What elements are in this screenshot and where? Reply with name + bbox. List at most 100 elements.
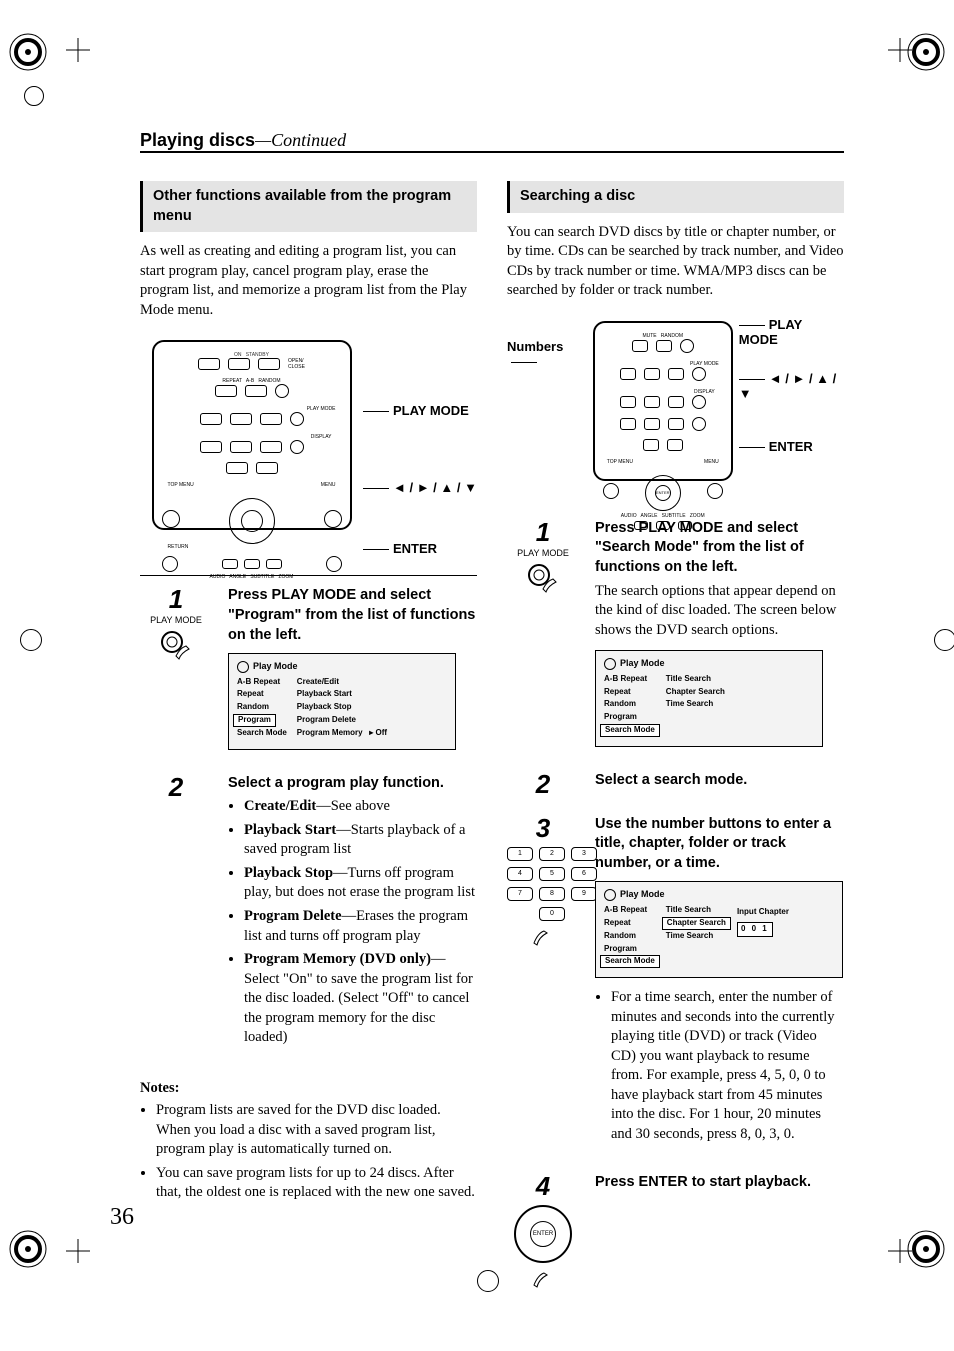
step-4: 4 ENTER Press ENTER to start playback. [507,1163,844,1310]
step-1: 1 PLAY MODE Press PLAY MODE and select "… [507,509,844,761]
osd-title: Play Mode [604,657,814,670]
section-continued: —Continued [255,130,346,150]
keypad-key: 0 [539,907,565,921]
keypad-key: 1 [507,847,533,861]
registration-mark-icon [6,30,50,74]
function-list: Create/Edit—See above Playback Start—Star… [228,797,477,1048]
callout-numbers: Numbers [507,339,587,369]
step-number: 2 [140,774,212,800]
section-title: Playing discs [140,130,255,150]
osd-item: Playback Stop [297,702,387,713]
osd-item: Program Memory ▸ Off [297,728,387,739]
keypad-key: 7 [507,887,533,901]
osd-item: Repeat [604,918,656,929]
osd-item: Time Search [666,699,725,710]
osd-item: Random [604,931,656,942]
osd-item: Repeat [237,689,287,700]
osd-item: Repeat [604,687,656,698]
step-after: The search options that appear depend on… [595,582,844,641]
time-search-note: For a time search, enter the number of m… [611,988,844,1145]
hand-press-icon [507,925,579,954]
osd-play-mode-search: Play Mode A-B RepeatRepeatRandomProgramS… [595,650,823,747]
callout-play-mode: PLAY MODE [739,317,844,347]
remote-diagram: Numbers MUTE RANDOM PLAY MODE DISPLAY TO… [507,311,844,491]
step-lead: Press ENTER to start playback. [595,1173,844,1193]
step-number: 1 [507,519,579,545]
osd-input-label: Input Chapter [737,907,789,918]
notes-list: Program lists are saved for the DVD disc… [140,1101,477,1203]
remote-callouts: PLAY MODE ◄ / ► / ▲ / ▼ ENTER [363,360,477,555]
keypad-key: 2 [539,847,565,861]
osd-item: Random [237,702,287,713]
steps-left: 1 PLAY MODE Press PLAY MODE and select "… [140,575,477,1066]
osd-item: Program Delete [297,715,387,726]
remote-callouts: PLAY MODE ◄ / ► / ▲ / ▼ ENTER [739,317,844,491]
step-caption: PLAY MODE [140,616,212,626]
step-lead: Select a program play function. [228,774,477,794]
osd-title: Play Mode [237,660,447,673]
remote-callouts-left: Numbers [507,311,587,491]
page-number: 36 [110,1204,134,1231]
function-item: Playback Stop—Turns off program play, bu… [244,864,477,903]
osd-input-chapter: Play Mode A-B Repeat Repeat Random ProgramS… [595,881,843,978]
osd-item: Search Mode [237,728,287,739]
keypad-key: 4 [507,867,533,881]
function-item: Playback Start—Starts playback of a save… [244,821,477,860]
keypad-key: 5 [539,867,565,881]
step-lead: Use the number buttons to enter a title,… [595,815,844,874]
function-item: Program Memory (DVD only)—Select "On" to… [244,950,477,1048]
intro-paragraph: You can search DVD discs by title or cha… [507,223,844,301]
function-item: Program Delete—Erases the program list a… [244,907,477,946]
play-mode-button-icon [140,630,212,670]
number-keypad-icon: 1234567890 [507,847,579,921]
callout-enter: ENTER [363,542,477,555]
subheading-bar: Searching a disc [507,181,844,213]
osd-item: Program [604,712,656,723]
callout-play-mode: PLAY MODE [363,404,477,417]
osd-item: A-B Repeat [604,905,656,916]
manual-page: Playing discs—Continued Other functions … [0,0,954,1351]
osd-item: Chapter Search [666,687,725,698]
note-item: You can save program lists for up to 24 … [156,1164,477,1203]
steps-right: 1 PLAY MODE Press PLAY MODE and select "… [507,509,844,1310]
step-number: 3 [507,815,579,841]
osd-item: Time Search [666,931,727,942]
hand-press-icon [507,1267,579,1296]
osd-item: Search Mode [600,955,660,968]
osd-item: Create/Edit [297,677,387,688]
step-lead: Select a search mode. [595,771,844,791]
remote-outline: MUTE RANDOM PLAY MODE DISPLAY TOP MENUME… [593,321,733,481]
osd-item: A-B Repeat [237,677,287,688]
callout-arrows: ◄ / ► / ▲ / ▼ [739,371,844,401]
registration-mark-icon [6,1227,50,1271]
osd-item: Search Mode [600,724,660,737]
step3-notes: For a time search, enter the number of m… [595,988,844,1145]
right-column: Searching a disc You can search DVD disc… [507,181,844,1310]
keypad-key: 9 [571,887,597,901]
osd-title: Play Mode [604,888,834,901]
step-1: 1 PLAY MODE Press PLAY MODE and select "… [140,576,477,763]
osd-item: Program [604,944,656,955]
function-item: Create/Edit—See above [244,797,477,817]
remote-outline: ON STANDBY OPEN/CLOSE REPEAT A-B RANDOM … [152,340,352,530]
osd-input-value: 0 0 1 [737,922,773,937]
subheading-bar: Other functions available from the progr… [140,181,477,232]
intro-paragraph: As well as creating and editing a progra… [140,242,477,320]
step-number: 1 [140,586,212,612]
enter-button-icon: ENTER [514,1205,572,1263]
keypad-key: 6 [571,867,597,881]
osd-item: A-B Repeat [604,674,656,685]
notes-heading: Notes: [140,1080,477,1097]
note-item: Program lists are saved for the DVD disc… [156,1101,477,1160]
step-2: 2 Select a search mode. [507,761,844,805]
keypad-key: 3 [571,847,597,861]
callout-arrows: ◄ / ► / ▲ / ▼ [363,481,477,494]
keypad-key: 8 [539,887,565,901]
page-header: Playing discs—Continued [140,130,844,153]
osd-play-mode-program: Play Mode A-B RepeatRepeatRandomProgramS… [228,653,456,750]
play-mode-button-icon [507,563,579,603]
step-lead: Press PLAY MODE and select "Program" fro… [228,586,477,645]
step-caption: PLAY MODE [507,549,579,559]
step-3: 3 1234567890 Use the number buttons to e… [507,805,844,1163]
osd-item: Title Search [666,905,727,916]
